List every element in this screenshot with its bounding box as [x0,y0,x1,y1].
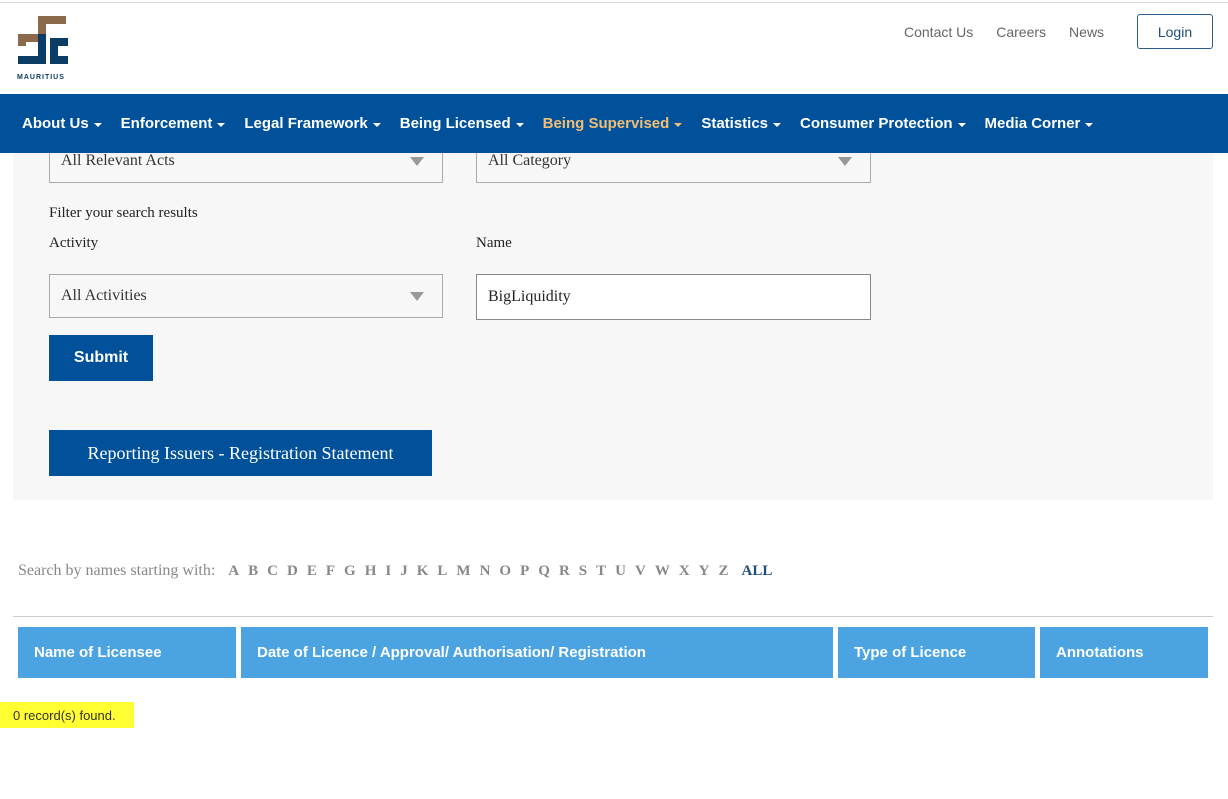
letter-link-b[interactable]: B [248,563,258,580]
dropdown-arrow-icon [838,157,852,166]
nav-item-being-supervised[interactable]: Being Supervised [543,115,683,132]
caret-down-icon [93,123,102,127]
letter-link-m[interactable]: M [456,563,470,580]
contact-us-link[interactable]: Contact Us [904,24,973,40]
nav-label: Media Corner [984,115,1081,132]
letter-link-i[interactable]: I [385,563,391,580]
divider [13,616,1213,617]
letter-link-w[interactable]: W [655,563,670,580]
letter-link-t[interactable]: T [596,563,606,580]
nav-item-about-us[interactable]: About Us [22,115,102,132]
letters-container: ABCDEFGHIJKLMNOPQRSTUVWXYZ [228,563,737,580]
letter-link-a[interactable]: A [228,563,239,580]
records-count: 0 record(s) found. [0,702,134,728]
nav-label: Enforcement [120,115,213,132]
letter-link-f[interactable]: F [326,563,335,580]
letter-link-h[interactable]: H [365,563,377,580]
careers-link[interactable]: Careers [996,24,1046,40]
letter-link-j[interactable]: J [400,563,408,580]
nav-label: About Us [22,115,89,132]
letter-link-g[interactable]: G [344,563,356,580]
activity-select[interactable]: All Activities [49,274,443,318]
letter-link-u[interactable]: U [615,563,626,580]
letter-link-x[interactable]: X [679,563,690,580]
letter-link-c[interactable]: C [267,563,278,580]
column-header-date[interactable]: Date of Licence / Approval/ Authorisatio… [241,627,833,678]
nav-label: Being Supervised [542,115,670,132]
letter-link-q[interactable]: Q [538,563,550,580]
dropdown-arrow-icon [410,157,424,166]
nav-item-being-licensed[interactable]: Being Licensed [400,115,524,132]
letter-link-n[interactable]: N [480,563,491,580]
caret-down-icon [957,123,966,127]
letter-link-s[interactable]: S [579,563,587,580]
caret-down-icon [1085,123,1094,127]
name-input[interactable]: BigLiquidity [476,274,871,320]
input-value: BigLiquidity [488,288,571,305]
select-value: All Activities [61,287,147,304]
letter-link-p[interactable]: P [520,563,529,580]
alphabet-label: Search by names starting with: [18,562,216,579]
letter-link-l[interactable]: L [437,563,447,580]
letter-link-d[interactable]: D [287,563,298,580]
login-button[interactable]: Login [1137,14,1213,49]
alphabet-search: Search by names starting with: ABCDEFGHI… [18,562,772,580]
dropdown-arrow-icon [410,292,424,301]
nav-item-media-corner[interactable]: Media Corner [985,115,1094,132]
activity-label: Activity [49,235,99,251]
nav-label: Legal Framework [244,115,368,132]
letter-link-e[interactable]: E [307,563,317,580]
top-border [0,2,1228,3]
caret-down-icon [515,123,524,127]
nav-item-consumer-protection[interactable]: Consumer Protection [800,115,966,132]
column-header-name[interactable]: Name of Licensee [18,627,236,678]
nav-label: Being Licensed [399,115,511,132]
reporting-issuers-button[interactable]: Reporting Issuers - Registration Stateme… [49,430,432,476]
letter-link-y[interactable]: Y [699,563,710,580]
nav-item-statistics[interactable]: Statistics [701,115,782,132]
nav-item-legal-framework[interactable]: Legal Framework [244,115,381,132]
main-nav: About Us Enforcement Legal Framework Bei… [0,94,1228,153]
column-header-type[interactable]: Type of Licence [838,627,1035,678]
select-value: All Category [488,152,572,169]
caret-down-icon [674,123,683,127]
letter-link-v[interactable]: V [635,563,646,580]
select-value: All Relevant Acts [61,152,175,169]
submit-button[interactable]: Submit [49,335,153,381]
letter-link-r[interactable]: R [559,563,570,580]
caret-down-icon [372,123,381,127]
caret-down-icon [217,123,226,127]
news-link[interactable]: News [1069,24,1104,40]
column-header-annotations[interactable]: Annotations [1040,627,1208,678]
caret-down-icon [773,123,782,127]
nav-label: Statistics [701,115,769,132]
letter-link-o[interactable]: O [499,563,511,580]
nav-item-enforcement[interactable]: Enforcement [121,115,226,132]
filter-heading: Filter your search results [49,205,198,221]
letter-link-z[interactable]: Z [719,563,729,580]
name-label: Name [476,235,512,251]
letter-link-k[interactable]: K [417,563,429,580]
letter-all-link[interactable]: ALL [742,563,773,580]
nav-label: Consumer Protection [800,115,953,132]
logo-text: MAURITIUS [17,74,65,81]
top-links: Contact Us Careers News [904,24,1127,40]
